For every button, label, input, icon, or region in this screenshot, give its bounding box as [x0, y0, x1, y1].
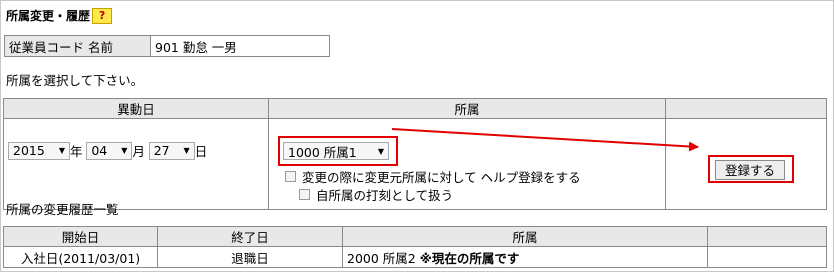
history-blank-cell [707, 246, 827, 268]
history-header-dept: 所属 [342, 226, 708, 247]
history-header-blank [707, 226, 827, 247]
history-end: 退職日 [157, 246, 343, 268]
history-start: 入社日(2011/03/01) [3, 246, 158, 268]
history-table: 開始日 終了日 所属 入社日(2011/03/01) 退職日 2000 所属2 … [3, 226, 827, 268]
history-dept-cell: 2000 所属2 ※現在の所属です [342, 246, 708, 268]
history-title: 所属の変更履歴一覧 [6, 202, 119, 217]
history-header-end: 終了日 [157, 226, 343, 247]
history-dept: 2000 所属2 [347, 250, 416, 266]
history-current-note: ※現在の所属です [419, 250, 520, 266]
history-header-start: 開始日 [3, 226, 158, 247]
history-row: 入社日(2011/03/01) 退職日 2000 所属2 ※現在の所属です [3, 246, 827, 268]
